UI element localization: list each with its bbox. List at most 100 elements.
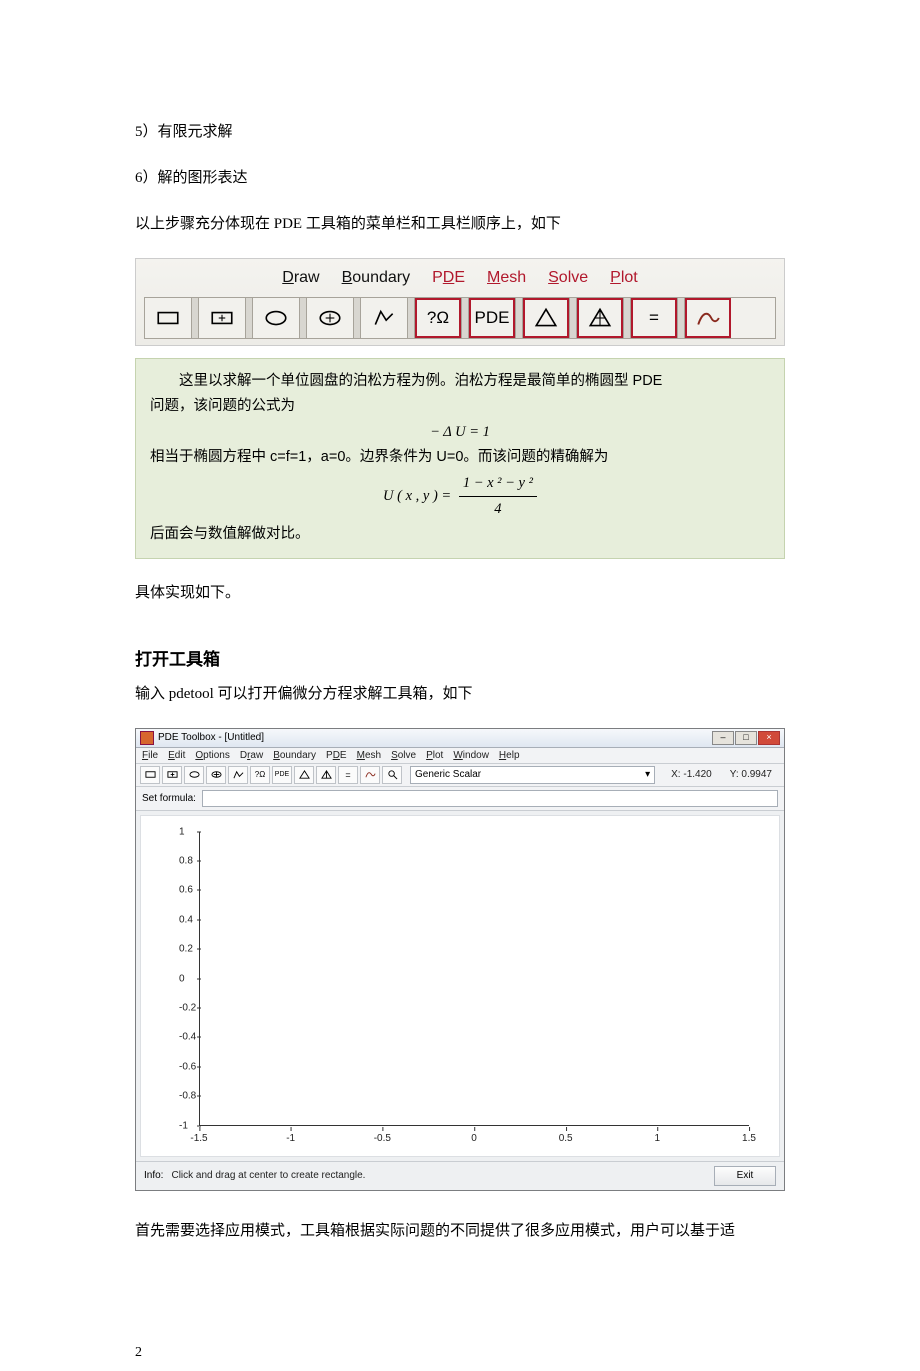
x-tick: -1 bbox=[286, 1133, 295, 1144]
menu-solve[interactable]: Solve bbox=[391, 750, 416, 761]
y-tick: 0.2 bbox=[179, 944, 193, 955]
menu-labels: Draw Boundary PDE Mesh Solve Plot bbox=[144, 269, 776, 287]
plot-tool-icon bbox=[685, 298, 731, 338]
window-title: PDE Toolbox - [Untitled] bbox=[158, 732, 264, 743]
separator bbox=[300, 298, 307, 338]
ellipse-tool-icon bbox=[253, 298, 300, 338]
application-mode-select[interactable]: Generic Scalar ▾ bbox=[410, 766, 655, 784]
x-coord-readout: X: -1.420 bbox=[663, 769, 720, 780]
list-item-5: 5）有限元求解 bbox=[135, 120, 785, 144]
toolbar-intro: 以上步骤充分体现在 PDE 工具箱的菜单栏和工具栏顺序上，如下 bbox=[135, 212, 785, 236]
menu-edit[interactable]: Edit bbox=[168, 750, 185, 761]
status-row: Info: Click and drag at center to create… bbox=[136, 1161, 784, 1190]
select-mode-para: 首先需要选择应用模式，工具箱根据实际问题的不同提供了很多应用模式，用户可以基于适 bbox=[135, 1219, 785, 1243]
x-tick: 1 bbox=[655, 1133, 661, 1144]
ellipse-tool-icon[interactable] bbox=[184, 766, 204, 784]
y-tick: 0.6 bbox=[179, 885, 193, 896]
refine-mesh-tool-icon bbox=[577, 298, 624, 338]
zoom-tool-icon[interactable] bbox=[382, 766, 402, 784]
example-line1a: 这里以求解一个单位圆盘的泊松方程为例。泊松方程是最简单的椭圆型 PDE bbox=[150, 369, 770, 394]
y-tick: -0.4 bbox=[179, 1032, 196, 1043]
y-tick: -0.8 bbox=[179, 1091, 196, 1102]
separator bbox=[570, 298, 577, 338]
polygon-tool-icon bbox=[361, 298, 408, 338]
separator bbox=[192, 298, 199, 338]
page-number: 2 bbox=[0, 1285, 920, 1371]
separator bbox=[462, 298, 469, 338]
x-tick: -1.5 bbox=[190, 1133, 207, 1144]
set-formula-row: Set formula: bbox=[136, 787, 784, 811]
y-tick: 0 bbox=[179, 973, 185, 984]
window-buttons: – □ × bbox=[712, 731, 780, 745]
window-titlebar: PDE Toolbox - [Untitled] – □ × bbox=[136, 729, 784, 748]
x-tick: -0.5 bbox=[374, 1133, 391, 1144]
application-mode-value: Generic Scalar bbox=[415, 769, 481, 780]
separator bbox=[516, 298, 523, 338]
x-tick: 0.5 bbox=[559, 1133, 573, 1144]
menu-plot[interactable]: Plot bbox=[426, 750, 443, 761]
separator bbox=[354, 298, 361, 338]
ellipse-center-tool-icon bbox=[307, 298, 354, 338]
menubar: File Edit Options Draw Boundary PDE Mesh… bbox=[136, 748, 784, 764]
window-toolbar: ?Ω PDE = Generic Scalar ▾ X: -1.420 Y: 0… bbox=[136, 764, 784, 787]
example-line3: 后面会与数值解做对比。 bbox=[150, 522, 770, 547]
menu-help[interactable]: Help bbox=[499, 750, 520, 761]
menu-mesh[interactable]: Mesh bbox=[357, 750, 381, 761]
plot-tool-icon[interactable] bbox=[360, 766, 380, 784]
info-text: Click and drag at center to create recta… bbox=[171, 1170, 706, 1181]
pde-toolbox-window: PDE Toolbox - [Untitled] – □ × File Edit… bbox=[135, 728, 785, 1191]
list-item-6: 6）解的图形表达 bbox=[135, 166, 785, 190]
ellipse-center-tool-icon[interactable] bbox=[206, 766, 226, 784]
example-line1b: 问题，该问题的公式为 bbox=[150, 394, 770, 419]
menu-draw[interactable]: Draw bbox=[240, 750, 263, 761]
menu-window[interactable]: Window bbox=[453, 750, 489, 761]
polygon-tool-icon[interactable] bbox=[228, 766, 248, 784]
document-page: 5）有限元求解 6）解的图形表达 以上步骤充分体现在 PDE 工具箱的菜单栏和工… bbox=[0, 0, 920, 1285]
menu-plot: Plot bbox=[610, 269, 638, 287]
set-formula-label: Set formula: bbox=[142, 793, 196, 804]
refine-mesh-tool-icon[interactable] bbox=[316, 766, 336, 784]
example-box: 这里以求解一个单位圆盘的泊松方程为例。泊松方程是最简单的椭圆型 PDE 问题，该… bbox=[135, 358, 785, 559]
menu-boundary[interactable]: Boundary bbox=[273, 750, 316, 761]
boundary-tool-icon[interactable]: ?Ω bbox=[250, 766, 270, 784]
toolbar-figure: Draw Boundary PDE Mesh Solve Plot ?Ω PDE bbox=[135, 258, 785, 346]
menu-options[interactable]: Options bbox=[195, 750, 229, 761]
close-button[interactable]: × bbox=[758, 731, 780, 745]
menu-file[interactable]: File bbox=[142, 750, 158, 761]
exit-button[interactable]: Exit bbox=[714, 1166, 776, 1186]
poisson-equation: − Δ U = 1 bbox=[150, 420, 770, 445]
separator bbox=[678, 298, 685, 338]
x-tick: 0 bbox=[471, 1133, 477, 1144]
solve-tool-icon: = bbox=[631, 298, 678, 338]
separator bbox=[624, 298, 631, 338]
separator bbox=[246, 298, 253, 338]
y-tick: 0.8 bbox=[179, 856, 193, 867]
solve-tool-icon[interactable]: = bbox=[338, 766, 358, 784]
set-formula-input[interactable] bbox=[202, 790, 778, 807]
app-icon bbox=[140, 731, 154, 745]
pde-tool-icon[interactable]: PDE bbox=[272, 766, 292, 784]
pde-tool-icon: PDE bbox=[469, 298, 516, 338]
section-open-toolbox: 打开工具箱 bbox=[135, 645, 785, 670]
y-tick: -1 bbox=[179, 1120, 188, 1131]
rect-center-tool-icon[interactable] bbox=[162, 766, 182, 784]
exact-solution-lhs: U ( x , y ) = bbox=[383, 488, 451, 504]
exact-solution-denominator: 4 bbox=[459, 497, 537, 522]
toolbar-row: ?Ω PDE = bbox=[144, 297, 776, 339]
y-tick: -0.6 bbox=[179, 1061, 196, 1072]
rect-tool-icon bbox=[145, 298, 192, 338]
mesh-tool-icon[interactable] bbox=[294, 766, 314, 784]
separator bbox=[408, 298, 415, 338]
y-tick: 0.4 bbox=[179, 914, 193, 925]
mesh-tool-icon bbox=[523, 298, 570, 338]
axes bbox=[199, 832, 749, 1126]
y-tick: -0.2 bbox=[179, 1003, 196, 1014]
menu-pde[interactable]: PDE bbox=[326, 750, 347, 761]
info-label: Info: bbox=[144, 1170, 163, 1181]
chevron-down-icon: ▾ bbox=[645, 769, 650, 780]
minimize-button[interactable]: – bbox=[712, 731, 734, 745]
rect-tool-icon[interactable] bbox=[140, 766, 160, 784]
exact-solution-numerator: 1 − x ² − y ² bbox=[459, 471, 537, 497]
maximize-button[interactable]: □ bbox=[735, 731, 757, 745]
plot-area[interactable]: -1-0.8-0.6-0.4-0.200.20.40.60.81-1.5-1-0… bbox=[140, 815, 780, 1157]
